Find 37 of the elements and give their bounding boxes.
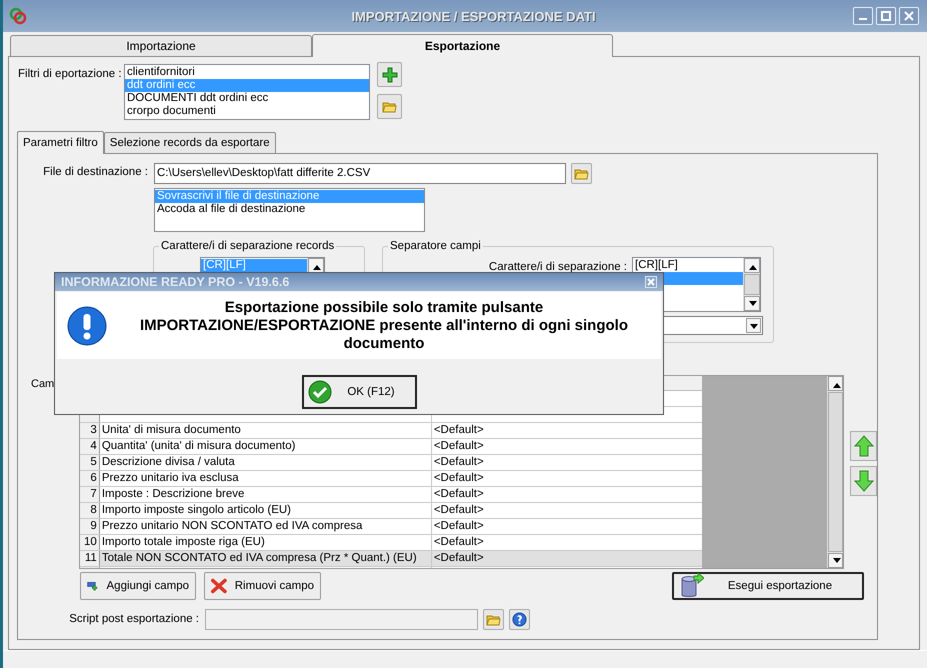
table-cell-text: <Default> xyxy=(432,439,485,454)
table-cell-text: <Default> xyxy=(432,455,485,470)
table-cell-text: <Default> xyxy=(432,487,485,502)
dialog-message: Esportazione possibile solo tramite pulsante IMPORTAZIONE/ESPORTAZIONE presente all'interno di ogni singolo documento xyxy=(138,298,630,352)
row-number: 6 xyxy=(80,471,100,486)
row-number: 3 xyxy=(80,423,100,438)
field-label: Filtri di eportazione : xyxy=(18,67,123,80)
table-cell: Descrizione divisa / valuta xyxy=(100,455,432,470)
row-number: 8 xyxy=(80,503,100,518)
table-cell: Totale NON SCONTATO ed IVA compresa (Prz * Quant.) (EU) xyxy=(100,551,432,566)
table-cell-text: <Default> xyxy=(432,471,485,486)
dialog-title: INFORMAZIONE READY PRO - V19.6.6 xyxy=(61,275,290,289)
field-label: Script post esportazione : xyxy=(68,612,200,625)
table-cell-text: <Default> xyxy=(432,535,485,550)
table-cell: Prezzo unitario NON SCONTATO ed IVA compresa xyxy=(100,519,432,534)
table-cell: Importo imposte singolo articolo (EU) xyxy=(100,503,432,518)
row-number: 7 xyxy=(80,487,100,502)
window-title: IMPORTAZIONE / ESPORTAZIONE DATI xyxy=(350,8,597,24)
field-label: Cam xyxy=(30,377,56,390)
row-number: 10 xyxy=(80,535,100,550)
field-label: File di destinazione : xyxy=(42,165,149,178)
row-number: 4 xyxy=(80,439,100,454)
row-number: 11 xyxy=(80,551,100,566)
row-number: 9 xyxy=(80,519,100,534)
table-cell-text: <Default> xyxy=(432,503,485,518)
group-title: Separatore campi xyxy=(389,240,482,252)
table-cell-text: <Default> xyxy=(432,423,485,438)
table-cell: Importo totale imposte riga (EU) xyxy=(100,535,432,550)
table-cell: Prezzo unitario iva esclusa xyxy=(100,471,432,486)
table-cell: Imposte : Descrizione breve xyxy=(100,487,432,502)
table-cell-text: <Default> xyxy=(432,519,485,534)
group-title: Carattere/i di separazione records xyxy=(160,240,336,252)
table-cell-text: <Default> xyxy=(432,551,485,566)
table-cell: Unita' di misura documento xyxy=(100,423,432,438)
field-label: Carattere/i di separazione : xyxy=(488,260,628,273)
row-number: 5 xyxy=(80,455,100,470)
table-cell: Quantita' (unita' di misura documento) xyxy=(100,439,432,454)
